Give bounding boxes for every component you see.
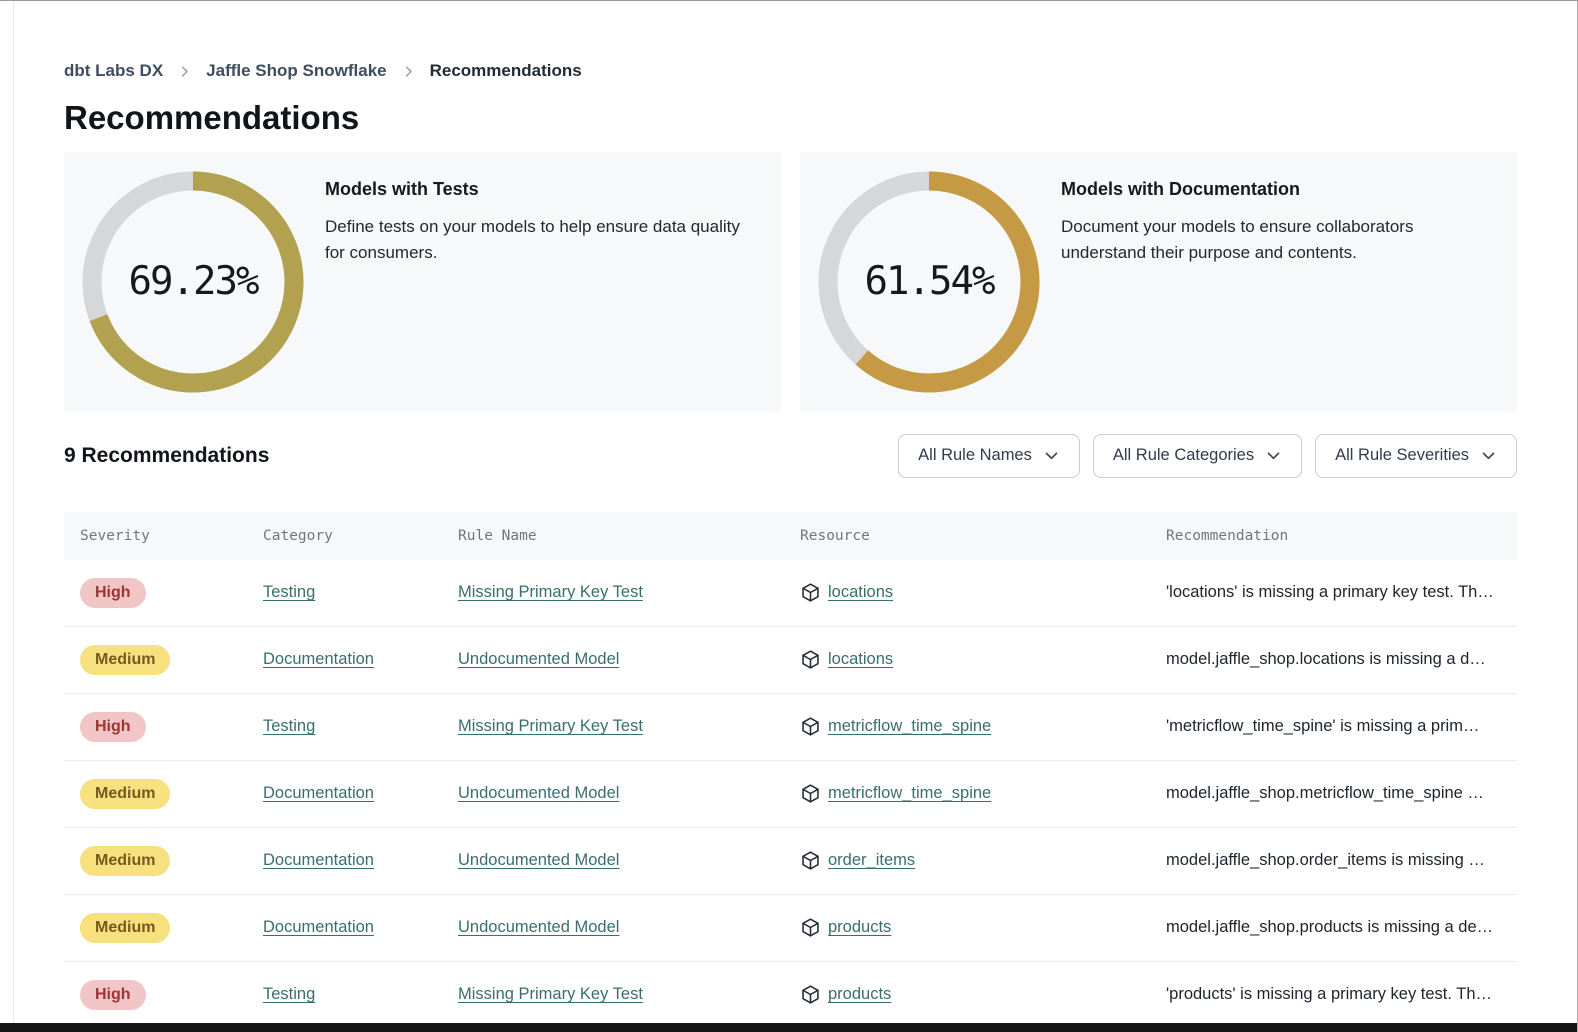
recommendation-text: 'metricflow_time_spine' is missing a pri… <box>1150 717 1517 736</box>
rule-name-link[interactable]: Missing Primary Key Test <box>458 717 643 736</box>
tests-donut-chart: 69.23% <box>64 152 322 412</box>
models-with-documentation-card: 61.54% Models with Documentation Documen… <box>800 152 1517 412</box>
table-header-row: Severity Category Rule Name Resource Rec… <box>64 512 1517 560</box>
rule-name-link[interactable]: Undocumented Model <box>458 650 619 669</box>
breadcrumb-item-project[interactable]: Jaffle Shop Snowflake <box>206 61 386 81</box>
table-row: High Testing Missing Primary Key Test lo… <box>64 560 1517 627</box>
category-link[interactable]: Documentation <box>263 650 374 669</box>
models-with-tests-card: 69.23% Models with Tests Define tests on… <box>64 152 781 412</box>
table-row: High Testing Missing Primary Key Test pr… <box>64 962 1517 1029</box>
card-description: Define tests on your models to help ensu… <box>325 214 751 266</box>
bottom-window-edge <box>0 1023 1577 1032</box>
model-cube-icon <box>800 984 821 1005</box>
filter-label: All Rule Names <box>918 446 1032 465</box>
recommendation-text: 'locations' is missing a primary key tes… <box>1150 583 1517 602</box>
chevron-down-icon <box>1265 447 1282 464</box>
rule-severities-filter-dropdown[interactable]: All Rule Severities <box>1315 434 1517 478</box>
table-row: Medium Documentation Undocumented Model … <box>64 761 1517 828</box>
category-link[interactable]: Documentation <box>263 851 374 870</box>
resource-link[interactable]: order_items <box>828 851 915 870</box>
breadcrumb: dbt Labs DX Jaffle Shop Snowflake Recomm… <box>64 61 1517 81</box>
recommendation-text: model.jaffle_shop.metricflow_time_spine … <box>1150 784 1517 803</box>
rule-names-filter-dropdown[interactable]: All Rule Names <box>898 434 1080 478</box>
card-title: Models with Documentation <box>1061 179 1487 200</box>
recommendation-text: model.jaffle_shop.order_items is missing… <box>1150 851 1517 870</box>
documentation-donut-chart: 61.54% <box>800 152 1058 412</box>
column-header-resource: Resource <box>784 528 1150 544</box>
severity-badge: High <box>80 578 146 608</box>
recommendation-text: model.jaffle_shop.products is missing a … <box>1150 918 1517 937</box>
model-cube-icon <box>800 649 821 670</box>
recommendation-text: 'products' is missing a primary key test… <box>1150 985 1517 1004</box>
category-link[interactable]: Documentation <box>263 784 374 803</box>
column-header-severity: Severity <box>64 528 247 544</box>
rule-name-link[interactable]: Undocumented Model <box>458 851 619 870</box>
table-row: Medium Documentation Undocumented Model … <box>64 828 1517 895</box>
severity-badge: High <box>80 980 146 1010</box>
resource-link[interactable]: locations <box>828 583 893 602</box>
rule-name-link[interactable]: Missing Primary Key Test <box>458 583 643 602</box>
rule-name-link[interactable]: Undocumented Model <box>458 784 619 803</box>
card-description: Document your models to ensure collabora… <box>1061 214 1487 266</box>
filter-bar: All Rule Names All Rule Categories All R… <box>898 434 1517 478</box>
severity-badge: Medium <box>80 645 170 675</box>
resource-link[interactable]: metricflow_time_spine <box>828 784 991 803</box>
recommendations-table: Severity Category Rule Name Resource Rec… <box>64 512 1517 1029</box>
model-cube-icon <box>800 716 821 737</box>
rule-categories-filter-dropdown[interactable]: All Rule Categories <box>1093 434 1302 478</box>
chevron-right-icon <box>177 64 192 79</box>
category-link[interactable]: Documentation <box>263 918 374 937</box>
severity-badge: Medium <box>80 913 170 943</box>
category-link[interactable]: Testing <box>263 583 315 602</box>
model-cube-icon <box>800 582 821 603</box>
category-link[interactable]: Testing <box>263 985 315 1004</box>
tests-percent-value: 69.23% <box>64 152 322 412</box>
recommendations-list-header: 9 Recommendations All Rule Names All Rul… <box>64 434 1517 478</box>
metric-cards: 69.23% Models with Tests Define tests on… <box>64 152 1517 412</box>
column-header-recommendation: Recommendation <box>1150 528 1517 544</box>
card-title: Models with Tests <box>325 179 751 200</box>
table-row: Medium Documentation Undocumented Model … <box>64 627 1517 694</box>
model-cube-icon <box>800 917 821 938</box>
page-title: Recommendations <box>64 97 1517 140</box>
chevron-right-icon <box>401 64 416 79</box>
documentation-percent-value: 61.54% <box>800 152 1058 412</box>
severity-badge: Medium <box>80 846 170 876</box>
resource-link[interactable]: locations <box>828 650 893 669</box>
table-row: High Testing Missing Primary Key Test me… <box>64 694 1517 761</box>
table-body: High Testing Missing Primary Key Test lo… <box>64 560 1517 1029</box>
dbt-explorer-page: dbt Labs DX Jaffle Shop Snowflake Recomm… <box>0 0 1578 1032</box>
breadcrumb-item-current: Recommendations <box>430 61 582 81</box>
model-cube-icon <box>800 783 821 804</box>
filter-label: All Rule Categories <box>1113 446 1254 465</box>
chevron-down-icon <box>1480 447 1497 464</box>
chevron-down-icon <box>1043 447 1060 464</box>
breadcrumb-item-account[interactable]: dbt Labs DX <box>64 61 163 81</box>
category-link[interactable]: Testing <box>263 717 315 736</box>
left-panel-divider <box>13 1 14 1032</box>
severity-badge: Medium <box>80 779 170 809</box>
resource-link[interactable]: products <box>828 918 891 937</box>
severity-badge: High <box>80 712 146 742</box>
resource-link[interactable]: products <box>828 985 891 1004</box>
rule-name-link[interactable]: Undocumented Model <box>458 918 619 937</box>
column-header-category: Category <box>247 528 442 544</box>
filter-label: All Rule Severities <box>1335 446 1469 465</box>
column-header-rule-name: Rule Name <box>442 528 784 544</box>
resource-link[interactable]: metricflow_time_spine <box>828 717 991 736</box>
recommendation-text: model.jaffle_shop.locations is missing a… <box>1150 650 1517 669</box>
table-row: Medium Documentation Undocumented Model … <box>64 895 1517 962</box>
recommendations-count: 9 Recommendations <box>64 444 269 468</box>
model-cube-icon <box>800 850 821 871</box>
rule-name-link[interactable]: Missing Primary Key Test <box>458 985 643 1004</box>
